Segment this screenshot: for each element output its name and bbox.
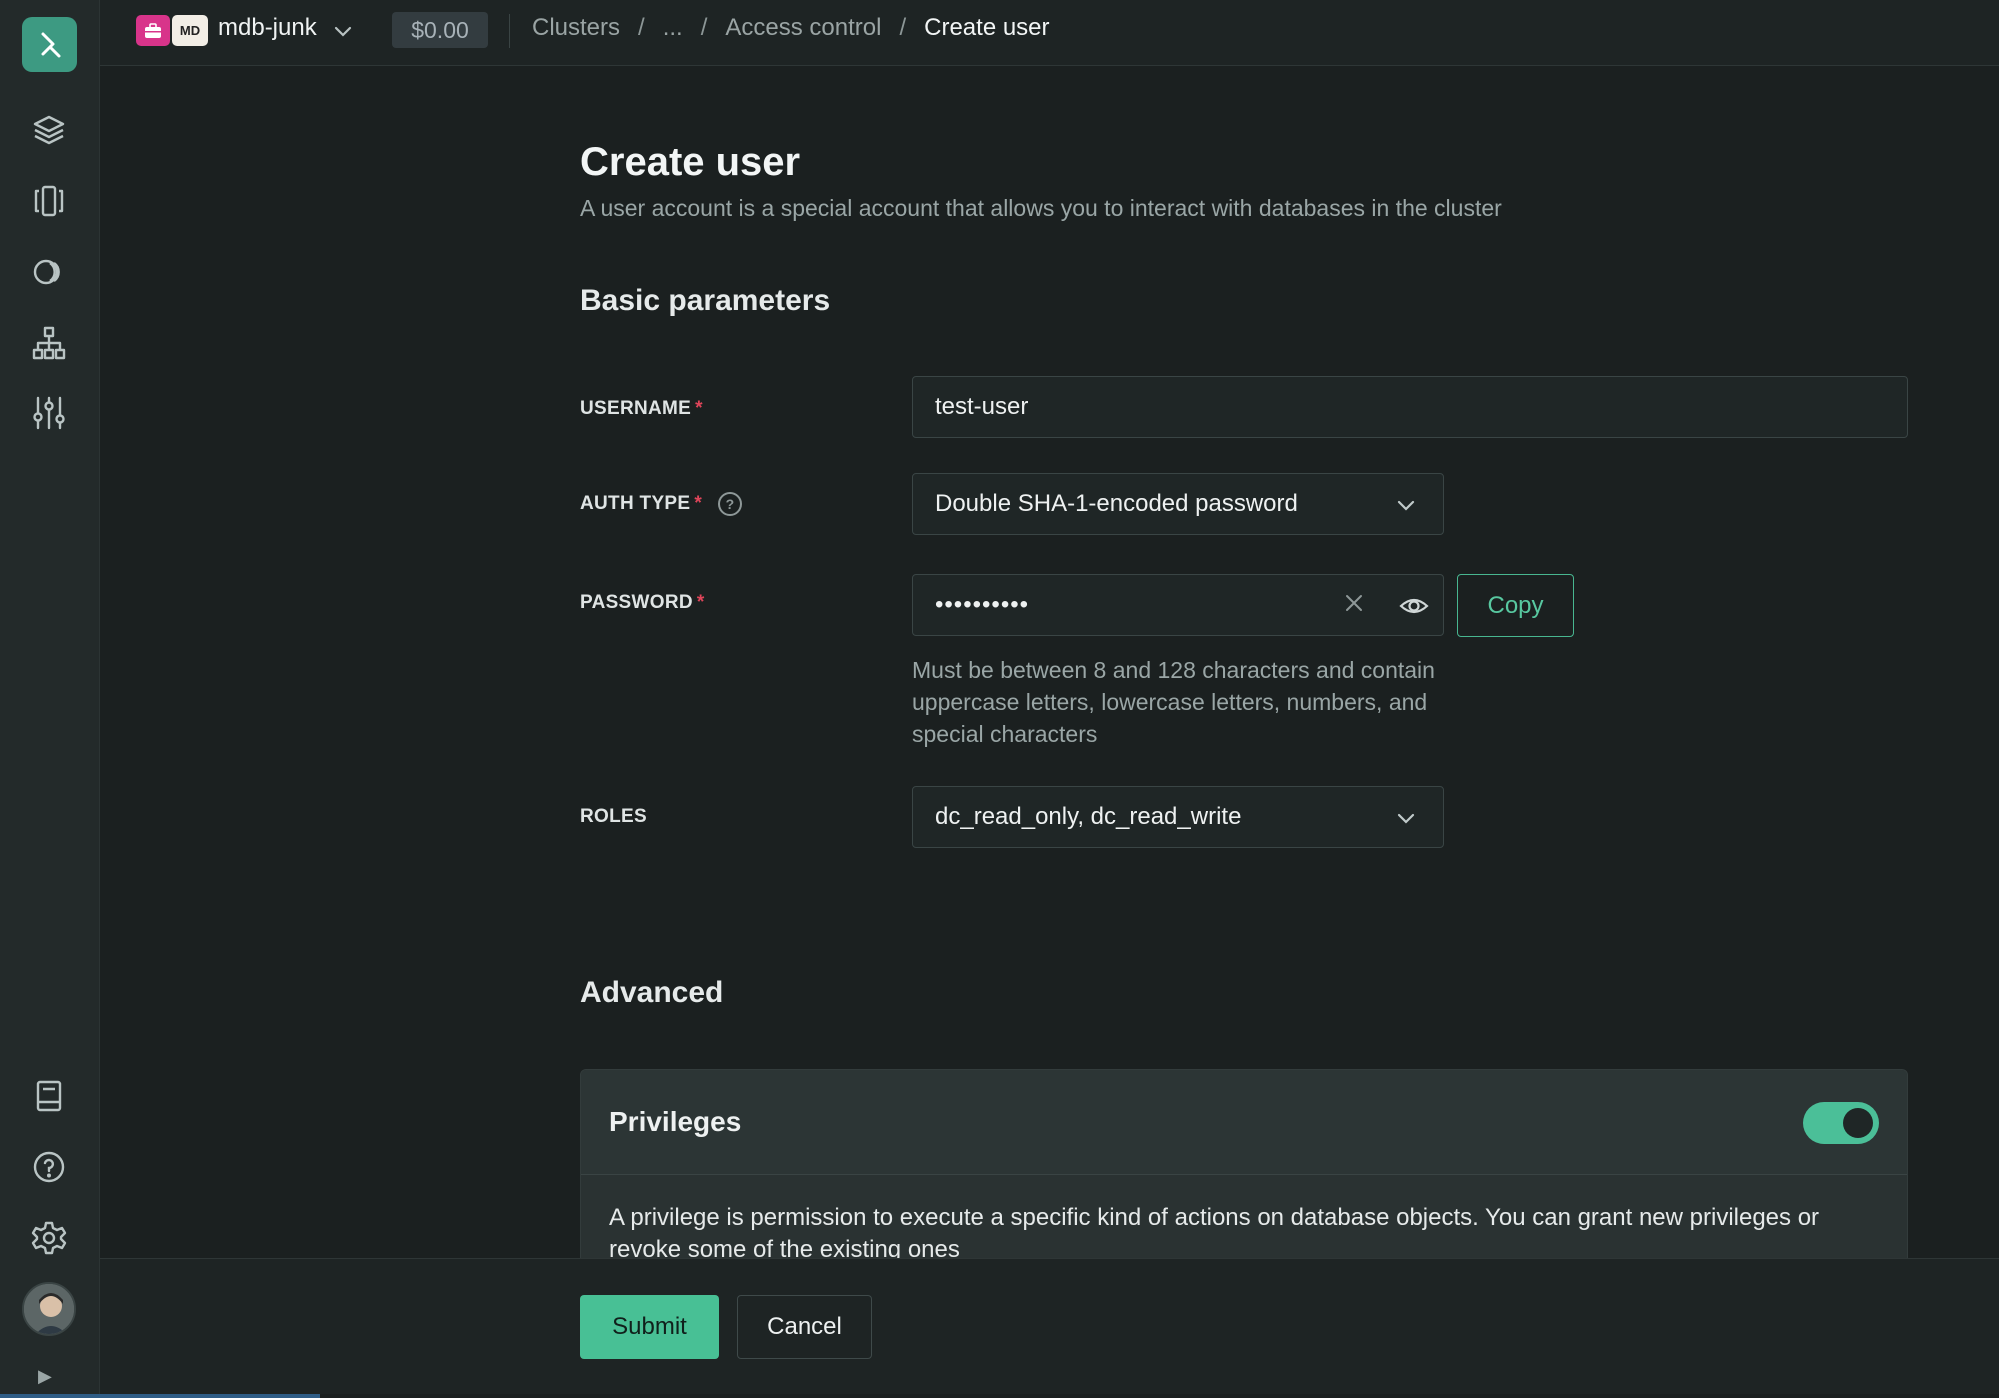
password-hint: Must be between 8 and 128 characters and… bbox=[912, 657, 1435, 747]
required-mark: * bbox=[696, 592, 705, 613]
project-name[interactable]: mdb-junk bbox=[218, 14, 317, 42]
username-label-text: USERNAME bbox=[580, 398, 692, 419]
avatar[interactable] bbox=[22, 1282, 76, 1336]
database-icon[interactable] bbox=[28, 251, 70, 293]
auth-type-label-text: AUTH TYPE bbox=[580, 493, 691, 514]
breadcrumb-ellipsis[interactable]: ... bbox=[663, 14, 683, 42]
chevron-down-icon bbox=[1395, 494, 1417, 523]
required-mark: * bbox=[695, 398, 703, 419]
clear-icon[interactable] bbox=[1343, 589, 1365, 621]
bottom-strip bbox=[0, 1394, 320, 1398]
auth-type-value: Double SHA-1-encoded password bbox=[935, 490, 1298, 517]
book-icon[interactable] bbox=[28, 1075, 70, 1117]
privileges-toggle[interactable] bbox=[1803, 1102, 1879, 1144]
chevron-down-icon bbox=[1395, 807, 1417, 836]
roles-select[interactable]: dc_read_only, dc_read_write bbox=[912, 786, 1444, 848]
briefcase-icon[interactable] bbox=[136, 15, 170, 46]
columns-icon[interactable] bbox=[28, 180, 70, 222]
chevron-down-icon[interactable] bbox=[332, 20, 354, 46]
top-bar: MD mdb-junk $0.00 Clusters / ... / Acces… bbox=[100, 0, 1999, 66]
basic-parameters-heading: Basic parameters bbox=[580, 284, 831, 317]
breadcrumb-clusters[interactable]: Clusters bbox=[532, 14, 620, 42]
copy-button[interactable]: Copy bbox=[1457, 574, 1574, 637]
password-label-text: PASSWORD bbox=[580, 592, 693, 613]
password-label: PASSWORD * bbox=[580, 592, 705, 614]
username-input[interactable]: test-user bbox=[912, 376, 1908, 438]
help-icon[interactable] bbox=[28, 1146, 70, 1188]
roles-label-text: ROLES bbox=[580, 806, 647, 827]
breadcrumb-access-control[interactable]: Access control bbox=[725, 14, 881, 42]
advanced-heading: Advanced bbox=[580, 976, 724, 1009]
privileges-card: Privileges A privilege is permission to … bbox=[580, 1069, 1908, 1269]
sidebar: ▶ bbox=[0, 0, 100, 1398]
sliders-icon[interactable] bbox=[28, 392, 70, 434]
breadcrumb-separator: / bbox=[700, 14, 708, 41]
breadcrumb: Clusters / ... / Access control / Create… bbox=[532, 14, 1050, 42]
eye-icon[interactable] bbox=[1399, 591, 1429, 628]
roles-label: ROLES bbox=[580, 806, 647, 828]
expand-sidebar-icon[interactable]: ▶ bbox=[38, 1366, 52, 1387]
header-divider bbox=[509, 14, 510, 48]
username-label: USERNAME * bbox=[580, 398, 703, 420]
balance-badge[interactable]: $0.00 bbox=[392, 12, 488, 48]
auth-type-select[interactable]: Double SHA-1-encoded password bbox=[912, 473, 1444, 535]
breadcrumb-separator: / bbox=[638, 14, 645, 41]
project-type-badge: MD bbox=[172, 15, 208, 46]
roles-value: dc_read_only, dc_read_write bbox=[935, 803, 1242, 830]
main-content: Create user A user account is a special … bbox=[580, 140, 1908, 1269]
password-value: •••••••••• bbox=[935, 591, 1030, 618]
submit-button[interactable]: Submit bbox=[580, 1295, 719, 1359]
cancel-button[interactable]: Cancel bbox=[737, 1295, 872, 1359]
page-subtitle: A user account is a special account that… bbox=[580, 195, 1502, 221]
layers-icon[interactable] bbox=[28, 109, 70, 151]
hierarchy-icon[interactable] bbox=[28, 322, 70, 364]
form-footer: Submit Cancel bbox=[100, 1258, 1999, 1394]
auth-type-label: AUTH TYPE * ? bbox=[580, 492, 743, 516]
breadcrumb-current: Create user bbox=[924, 14, 1050, 41]
privileges-header: Privileges bbox=[581, 1070, 1907, 1175]
password-input[interactable]: •••••••••• bbox=[912, 574, 1444, 636]
privileges-description: A privilege is permission to execute a s… bbox=[609, 1204, 1820, 1263]
required-mark: * bbox=[694, 493, 703, 514]
breadcrumb-separator: / bbox=[899, 14, 907, 41]
privileges-title: Privileges bbox=[609, 1106, 742, 1137]
gear-icon[interactable] bbox=[28, 1217, 70, 1259]
toggle-knob bbox=[1843, 1108, 1873, 1138]
question-icon[interactable]: ? bbox=[718, 492, 743, 516]
page-title: Create user bbox=[580, 140, 801, 184]
logo-icon[interactable] bbox=[22, 17, 77, 72]
username-value: test-user bbox=[935, 393, 1029, 420]
